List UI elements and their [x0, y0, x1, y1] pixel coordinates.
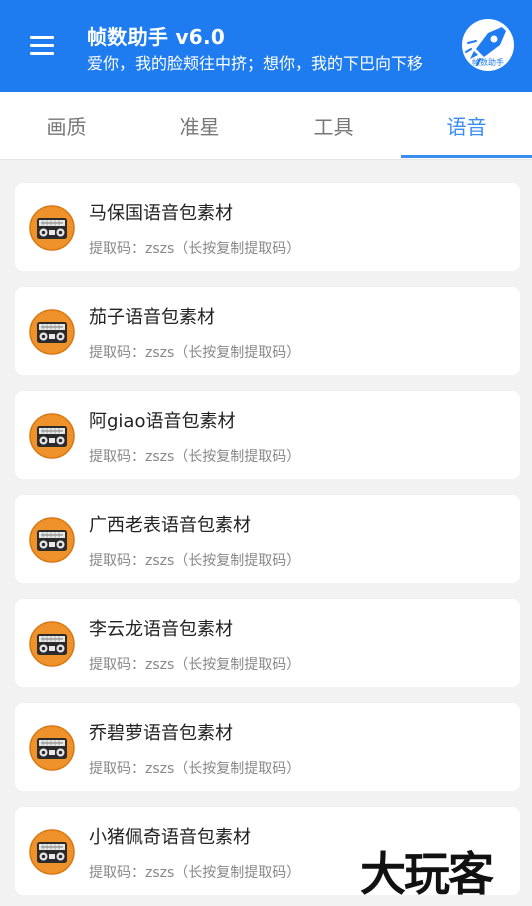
watermark: 大玩客 [360, 847, 494, 901]
voice-pack-title: 乔碧萝语音包素材 [89, 723, 233, 744]
radio-icon [29, 829, 75, 875]
voice-pack-title: 茄子语音包素材 [89, 307, 215, 328]
active-tab-indicator [401, 155, 532, 158]
app-title: 帧数助手 v6.0 [87, 25, 226, 49]
app-header: 帧数助手 v6.0 爱你，我的脸颊往中挤；想你，我的下巴向下移 帧数助手 [0, 0, 532, 92]
voice-pack-title: 李云龙语音包素材 [89, 619, 233, 640]
logo-text: 帧数助手 [472, 58, 504, 67]
voice-pack-card[interactable]: 茄子语音包素材提取码：zszs（长按复制提取码） [15, 287, 520, 375]
extraction-code-text[interactable]: 提取码：zszs（长按复制提取码） [89, 446, 300, 466]
voice-pack-card[interactable]: 阿giao语音包素材提取码：zszs（长按复制提取码） [15, 391, 520, 479]
radio-icon [29, 205, 75, 251]
extraction-code-text[interactable]: 提取码：zszs（长按复制提取码） [89, 654, 300, 674]
radio-icon [29, 725, 75, 771]
menu-icon[interactable] [30, 34, 56, 56]
tab-bar: 画质 准星 工具 语音 [0, 92, 532, 160]
voice-pack-card[interactable]: 乔碧萝语音包素材提取码：zszs（长按复制提取码） [15, 703, 520, 791]
voice-pack-card[interactable]: 李云龙语音包素材提取码：zszs（长按复制提取码） [15, 599, 520, 687]
extraction-code-text[interactable]: 提取码：zszs（长按复制提取码） [89, 758, 300, 778]
radio-icon [29, 413, 75, 459]
extraction-code-text[interactable]: 提取码：zszs（长按复制提取码） [89, 862, 300, 882]
radio-icon [29, 517, 75, 563]
extraction-code-text[interactable]: 提取码：zszs（长按复制提取码） [89, 550, 300, 570]
tab-quality[interactable]: 画质 [0, 92, 133, 160]
voice-pack-title: 马保国语音包素材 [89, 203, 233, 224]
voice-pack-list: 马保国语音包素材 提取码：zszs（长按复制提取码） 茄子语音包素材 提取码：zszs… [15, 183, 520, 906]
radio-icon [29, 309, 75, 355]
voice-pack-title: 阿giao语音包素材 [89, 411, 236, 432]
voice-pack-card[interactable]: 马保国语音包素材提取码：zszs（长按复制提取码） [15, 183, 520, 271]
extraction-code-text[interactable]: 提取码：zszs（长按复制提取码） [89, 342, 300, 362]
app-logo[interactable]: 帧数助手 [462, 19, 514, 71]
extraction-code-text[interactable]: 提取码：zszs（长按复制提取码） [89, 238, 300, 258]
voice-pack-card[interactable]: 广西老表语音包素材提取码：zszs（长按复制提取码） [15, 495, 520, 583]
app-subtitle: 爱你，我的脸颊往中挤；想你，我的下巴向下移 [87, 54, 424, 73]
voice-pack-title: 小猪佩奇语音包素材 [89, 827, 251, 848]
tab-tools[interactable]: 工具 [267, 92, 400, 160]
voice-pack-title: 广西老表语音包素材 [89, 515, 251, 536]
tab-crosshair[interactable]: 准星 [133, 92, 266, 160]
radio-icon [29, 621, 75, 667]
tab-voice[interactable]: 语音 [401, 92, 532, 160]
